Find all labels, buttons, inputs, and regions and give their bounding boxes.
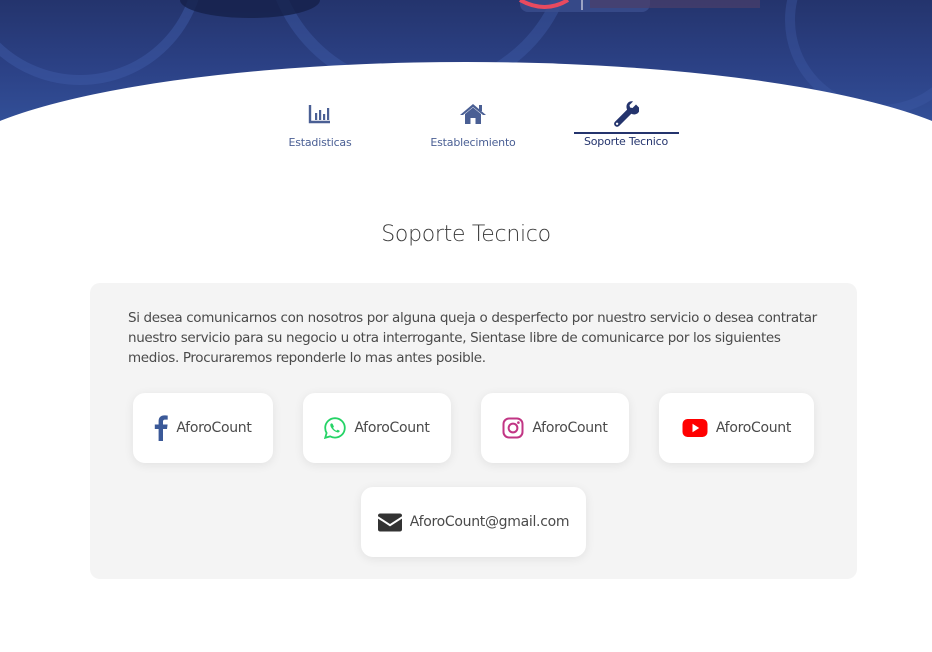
instagram-contact-button[interactable]: AforoCount — [481, 393, 629, 463]
tab-establecimiento[interactable]: Establecimiento — [418, 100, 528, 154]
whatsapp-contact-button[interactable]: AforoCount — [303, 393, 451, 463]
tab-label: Soporte Tecnico — [584, 135, 668, 148]
youtube-icon — [682, 418, 708, 438]
youtube-contact-button[interactable]: AforoCount — [659, 393, 814, 463]
tab-bar: Estadisticas Establecimiento Soporte Tec… — [0, 100, 932, 160]
contact-label: AforoCount — [176, 420, 252, 436]
email-contact-button[interactable]: AforoCount@gmail.com — [361, 487, 586, 557]
tab-label: Estadisticas — [288, 136, 352, 149]
facebook-contact-button[interactable]: AforoCount — [133, 393, 273, 463]
support-description: Si desea comunicarnos con nosotros por a… — [128, 310, 817, 366]
page-title: Soporte Tecnico — [381, 222, 551, 247]
tab-label: Establecimiento — [430, 136, 516, 149]
wrench-icon — [571, 101, 681, 129]
contact-label: AforoCount — [532, 420, 608, 436]
envelope-icon — [377, 513, 402, 532]
contact-label: AforoCount@gmail.com — [409, 514, 570, 530]
chart-bar-icon — [265, 102, 375, 130]
home-icon — [418, 102, 528, 130]
facebook-icon — [154, 415, 169, 441]
contact-label: AforoCount — [354, 420, 430, 436]
contact-label: AforoCount — [715, 420, 792, 436]
tab-soporte-tecnico[interactable]: Soporte Tecnico — [571, 100, 681, 154]
support-card: Si desea comunicarnos con nosotros por a… — [90, 283, 857, 579]
whatsapp-icon — [324, 417, 347, 439]
instagram-icon — [502, 417, 524, 439]
active-tab-indicator — [574, 132, 679, 134]
tab-estadisticas[interactable]: Estadisticas — [265, 100, 375, 154]
